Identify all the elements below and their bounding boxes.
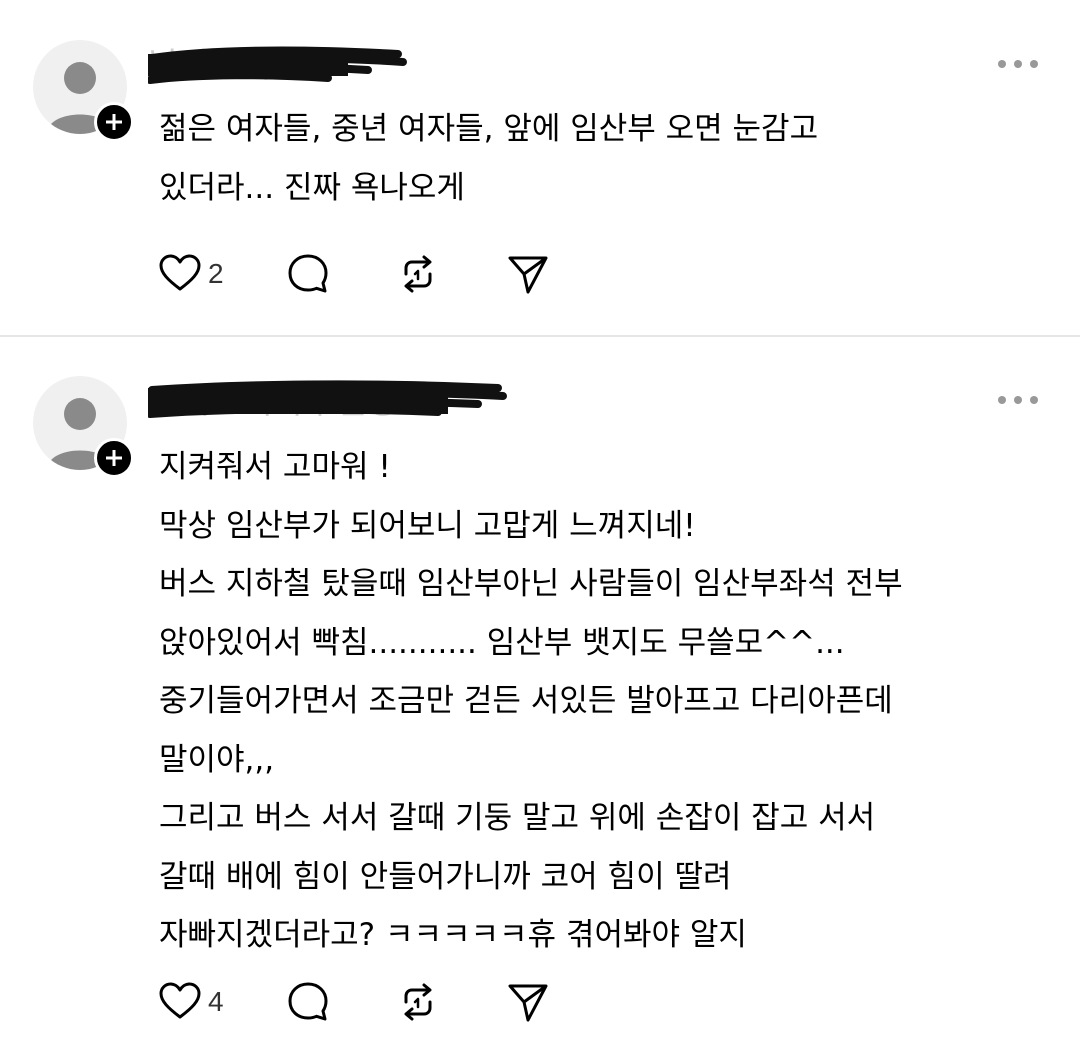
like-button[interactable]: 4 <box>158 980 224 1024</box>
plus-icon <box>106 114 122 130</box>
plus-icon <box>106 450 122 466</box>
repost-icon <box>404 255 432 293</box>
reply-post-1: 낮잠천사 젊은 여자들, 중년 여자들, 앞에 임산부 오면 눈감고 있더라..… <box>0 0 1080 336</box>
like-button[interactable]: 2 <box>158 252 224 296</box>
like-count: 4 <box>208 986 224 1017</box>
repost-button[interactable] <box>396 252 440 296</box>
comment-icon <box>288 254 328 293</box>
heart-icon <box>159 254 201 291</box>
redaction-scribble <box>148 380 507 418</box>
post-text: 지켜줘서 고마워 ! 막상 임산부가 되어보니 고맙게 느껴지네! 버스 지하철… <box>159 449 903 953</box>
comment-button[interactable] <box>286 980 330 1024</box>
like-count: 2 <box>208 258 224 289</box>
follow-button[interactable] <box>94 102 134 142</box>
username[interactable]: ㅃ먹보의하루일상 <box>148 380 508 424</box>
action-bar: 4 <box>158 978 550 1026</box>
repost-button[interactable] <box>396 980 440 1024</box>
share-button[interactable] <box>506 252 550 296</box>
share-icon <box>508 984 548 1022</box>
share-icon <box>508 256 548 294</box>
follow-button[interactable] <box>94 438 134 478</box>
username[interactable]: 낮잠천사 <box>148 44 408 88</box>
more-icon[interactable] <box>996 390 1040 410</box>
more-icon[interactable] <box>996 54 1040 74</box>
comment-icon <box>288 982 328 1021</box>
redaction-scribble <box>148 46 407 84</box>
reply-post-2: ㅃ먹보의하루일상 지켜줘서 고마워 ! 막상 임산부가 되어보니 고맙게 느껴지… <box>0 336 1080 1043</box>
action-bar: 2 <box>158 250 550 298</box>
post-text: 젊은 여자들, 중년 여자들, 앞에 임산부 오면 눈감고 있더라... 진짜 … <box>159 111 819 206</box>
comment-button[interactable] <box>286 252 330 296</box>
heart-icon <box>159 982 201 1019</box>
repost-icon <box>404 983 432 1021</box>
share-button[interactable] <box>506 980 550 1024</box>
